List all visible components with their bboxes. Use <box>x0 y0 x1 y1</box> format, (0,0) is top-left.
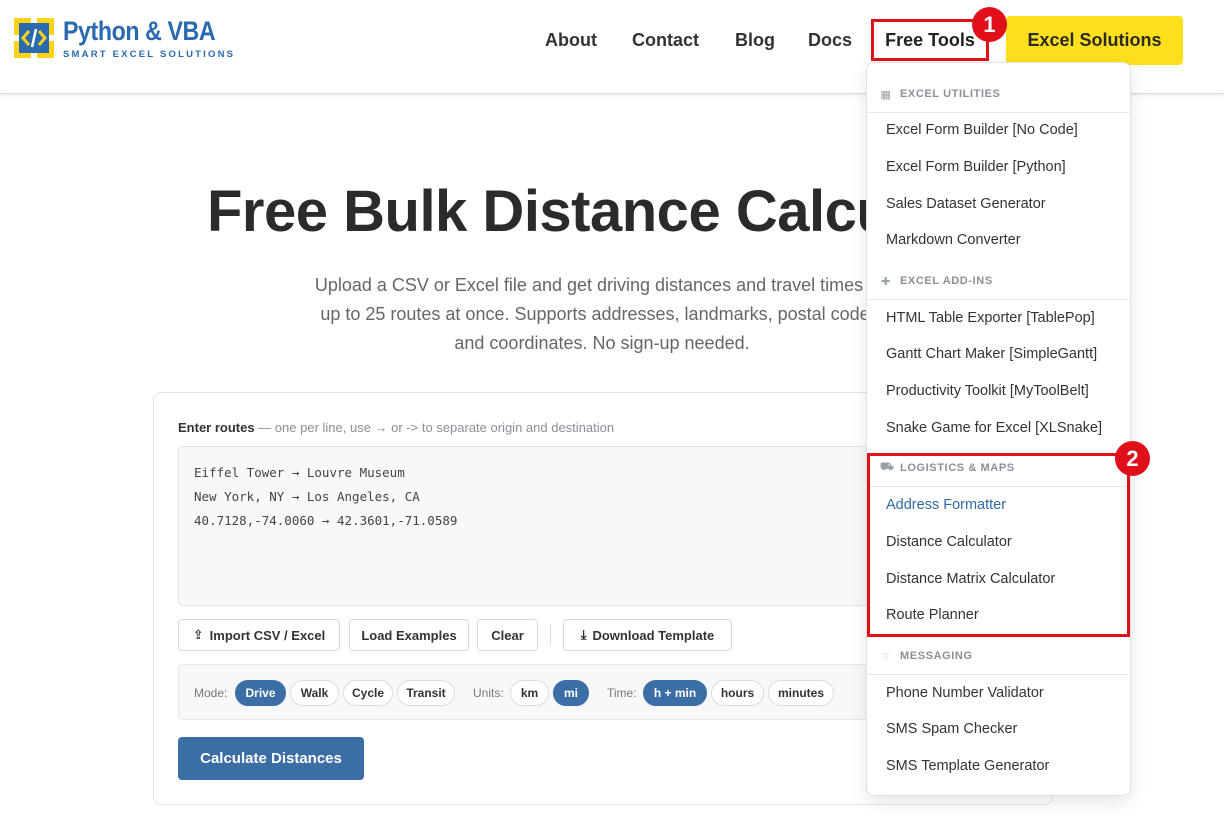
brand-name: Python & VBA <box>63 16 216 46</box>
menu-item-sms-spam-checker[interactable]: SMS Spam Checker <box>886 721 1017 737</box>
brand-tagline: SMART EXCEL SOLUTIONS <box>63 49 236 60</box>
routes-label: Enter routes — one per line, use → or ->… <box>178 420 614 435</box>
code-logo-icon <box>14 18 54 58</box>
load-examples-button[interactable]: Load Examples <box>349 619 469 651</box>
download-template-button[interactable]: ⤓ Download Template <box>563 619 732 651</box>
download-template-label: Download Template <box>592 627 715 643</box>
calculate-distances-label: Calculate Distances <box>200 750 342 767</box>
menu-item-excel-form-builder-python[interactable]: Excel Form Builder [Python] <box>886 159 1066 175</box>
routes-label-title: Enter routes <box>178 420 255 435</box>
calculate-distances-button[interactable]: Calculate Distances <box>178 737 364 780</box>
nav-free-tools-label: Free Tools <box>885 29 975 50</box>
section-title: EXCEL UTILITIES <box>900 88 1001 100</box>
highlight-logistics-section <box>867 453 1130 637</box>
mode-drive-pill[interactable]: Drive <box>235 680 286 706</box>
load-examples-label: Load Examples <box>361 627 457 643</box>
puzzle-icon: ✚ <box>881 275 891 288</box>
import-csv-label: Import CSV / Excel <box>209 627 326 643</box>
excel-solutions-label: Excel Solutions <box>1027 30 1162 50</box>
time-hours-pill[interactable]: hours <box>711 680 764 706</box>
clear-button[interactable]: Clear <box>477 619 538 651</box>
time-hmin-pill[interactable]: h + min <box>643 680 707 706</box>
mode-label: Mode: <box>194 686 228 700</box>
routes-label-hint: — one per line, use → or -> to separate … <box>254 420 615 435</box>
units-label: Units: <box>473 686 504 700</box>
nav-blog[interactable]: Blog <box>735 30 775 51</box>
table-icon: ▦ <box>880 88 892 101</box>
nav-about[interactable]: About <box>545 30 597 51</box>
step-badge-1: 1 <box>972 7 1007 42</box>
menu-item-html-table-exporter[interactable]: HTML Table Exporter [TablePop] <box>886 310 1095 326</box>
import-csv-button[interactable]: ⇪ Import CSV / Excel <box>178 619 340 651</box>
chat-icon: ◌ <box>882 650 890 662</box>
step-badge-2: 2 <box>1115 441 1150 476</box>
download-icon: ⤓ <box>580 627 587 642</box>
site-logo[interactable]: Python & VBA SMART EXCEL SOLUTIONS <box>14 18 240 60</box>
units-km-pill[interactable]: km <box>510 680 549 706</box>
menu-item-excel-form-builder-no-code[interactable]: Excel Form Builder [No Code] <box>886 122 1078 138</box>
section-excel-utilities: ▦ EXCEL UTILITIES <box>866 76 1131 113</box>
excel-solutions-button[interactable]: Excel Solutions <box>1006 16 1183 65</box>
nav-docs[interactable]: Docs <box>808 30 852 51</box>
route-line: 40.7128,-74.0060 → 42.3601,-71.0589 <box>194 513 458 528</box>
clear-label: Clear <box>491 627 524 643</box>
route-line: New York, NY → Los Angeles, CA <box>194 489 420 504</box>
mode-transit-pill[interactable]: Transit <box>397 680 455 706</box>
upload-icon: ⇪ <box>192 627 204 642</box>
menu-item-phone-number-validator[interactable]: Phone Number Validator <box>886 685 1044 701</box>
page-title: Free Bulk Distance Calcu <box>207 179 892 244</box>
menu-item-markdown-converter[interactable]: Markdown Converter <box>886 232 1021 248</box>
nav-contact[interactable]: Contact <box>632 30 699 51</box>
units-mi-pill[interactable]: mi <box>553 680 589 706</box>
section-excel-add-ins: ✚ EXCEL ADD-INS <box>866 263 1131 300</box>
menu-item-sales-dataset-generator[interactable]: Sales Dataset Generator <box>886 196 1046 212</box>
section-title: EXCEL ADD-INS <box>900 275 993 287</box>
menu-item-snake-game[interactable]: Snake Game for Excel [XLSnake] <box>886 420 1102 436</box>
menu-item-gantt-chart-maker[interactable]: Gantt Chart Maker [SimpleGantt] <box>886 346 1097 362</box>
time-minutes-pill[interactable]: minutes <box>768 680 834 706</box>
section-messaging: ◌ MESSAGING <box>866 638 1131 675</box>
section-title: MESSAGING <box>900 650 973 662</box>
page-subtitle: Upload a CSV or Excel file and get drivi… <box>314 275 890 353</box>
routes-textarea[interactable]: Eiffel Tower → Louvre Museum New York, N… <box>178 446 878 606</box>
route-line: Eiffel Tower → Louvre Museum <box>194 465 405 480</box>
toolbar-divider <box>550 624 551 646</box>
menu-item-sms-template-generator[interactable]: SMS Template Generator <box>886 758 1049 774</box>
time-label: Time: <box>607 686 637 700</box>
menu-item-productivity-toolkit[interactable]: Productivity Toolkit [MyToolBelt] <box>886 383 1089 399</box>
mode-walk-pill[interactable]: Walk <box>290 680 339 706</box>
mode-cycle-pill[interactable]: Cycle <box>343 680 393 706</box>
